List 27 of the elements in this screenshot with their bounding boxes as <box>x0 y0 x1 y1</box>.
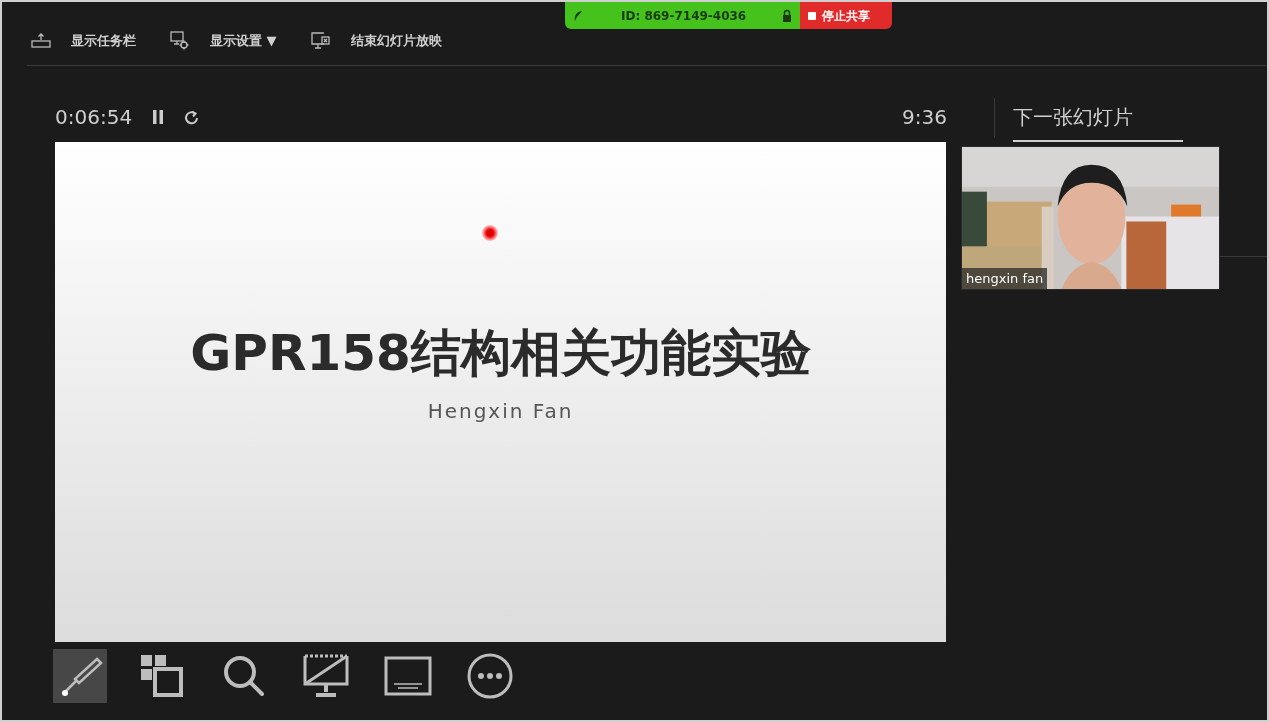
stop-icon <box>808 11 816 20</box>
clock: 9:36 <box>902 104 947 131</box>
subtitles-icon <box>384 656 432 696</box>
next-slide-tab[interactable]: 下一张幻灯片 <box>1013 102 1183 142</box>
stop-share-button[interactable]: 停止共享 <box>800 2 892 29</box>
elapsed-timer: 0:06:54 <box>55 104 133 131</box>
slide-subtitle: Hengxin Fan <box>427 398 574 425</box>
taskbar-icon <box>31 32 51 49</box>
leaf-icon <box>573 9 583 22</box>
slides-grid-icon <box>139 653 185 699</box>
monitor-close-icon <box>310 30 331 51</box>
pause-icon <box>152 110 165 124</box>
slide-title: GPR158结构相关功能实验 <box>190 328 811 378</box>
refresh-icon <box>184 109 200 125</box>
pause-button[interactable] <box>152 110 165 124</box>
toolbar-button[interactable]: 显示任务栏 <box>31 30 136 51</box>
participant-name: hengxin fan <box>962 267 1048 289</box>
monitor-off-icon <box>302 653 350 699</box>
toolbar-button[interactable]: 显示设置 ▼ <box>170 30 277 51</box>
monitor-gear-icon <box>170 30 190 51</box>
toolbar-button[interactable]: 结束幻灯片放映 <box>310 30 442 51</box>
more-icon <box>466 652 514 700</box>
lock-icon <box>782 9 792 22</box>
search-icon <box>221 653 267 699</box>
presenter-tool-button[interactable] <box>53 649 107 703</box>
meeting-id: ID: 869-7149-4036 <box>621 7 747 25</box>
reset-button[interactable] <box>184 109 200 125</box>
